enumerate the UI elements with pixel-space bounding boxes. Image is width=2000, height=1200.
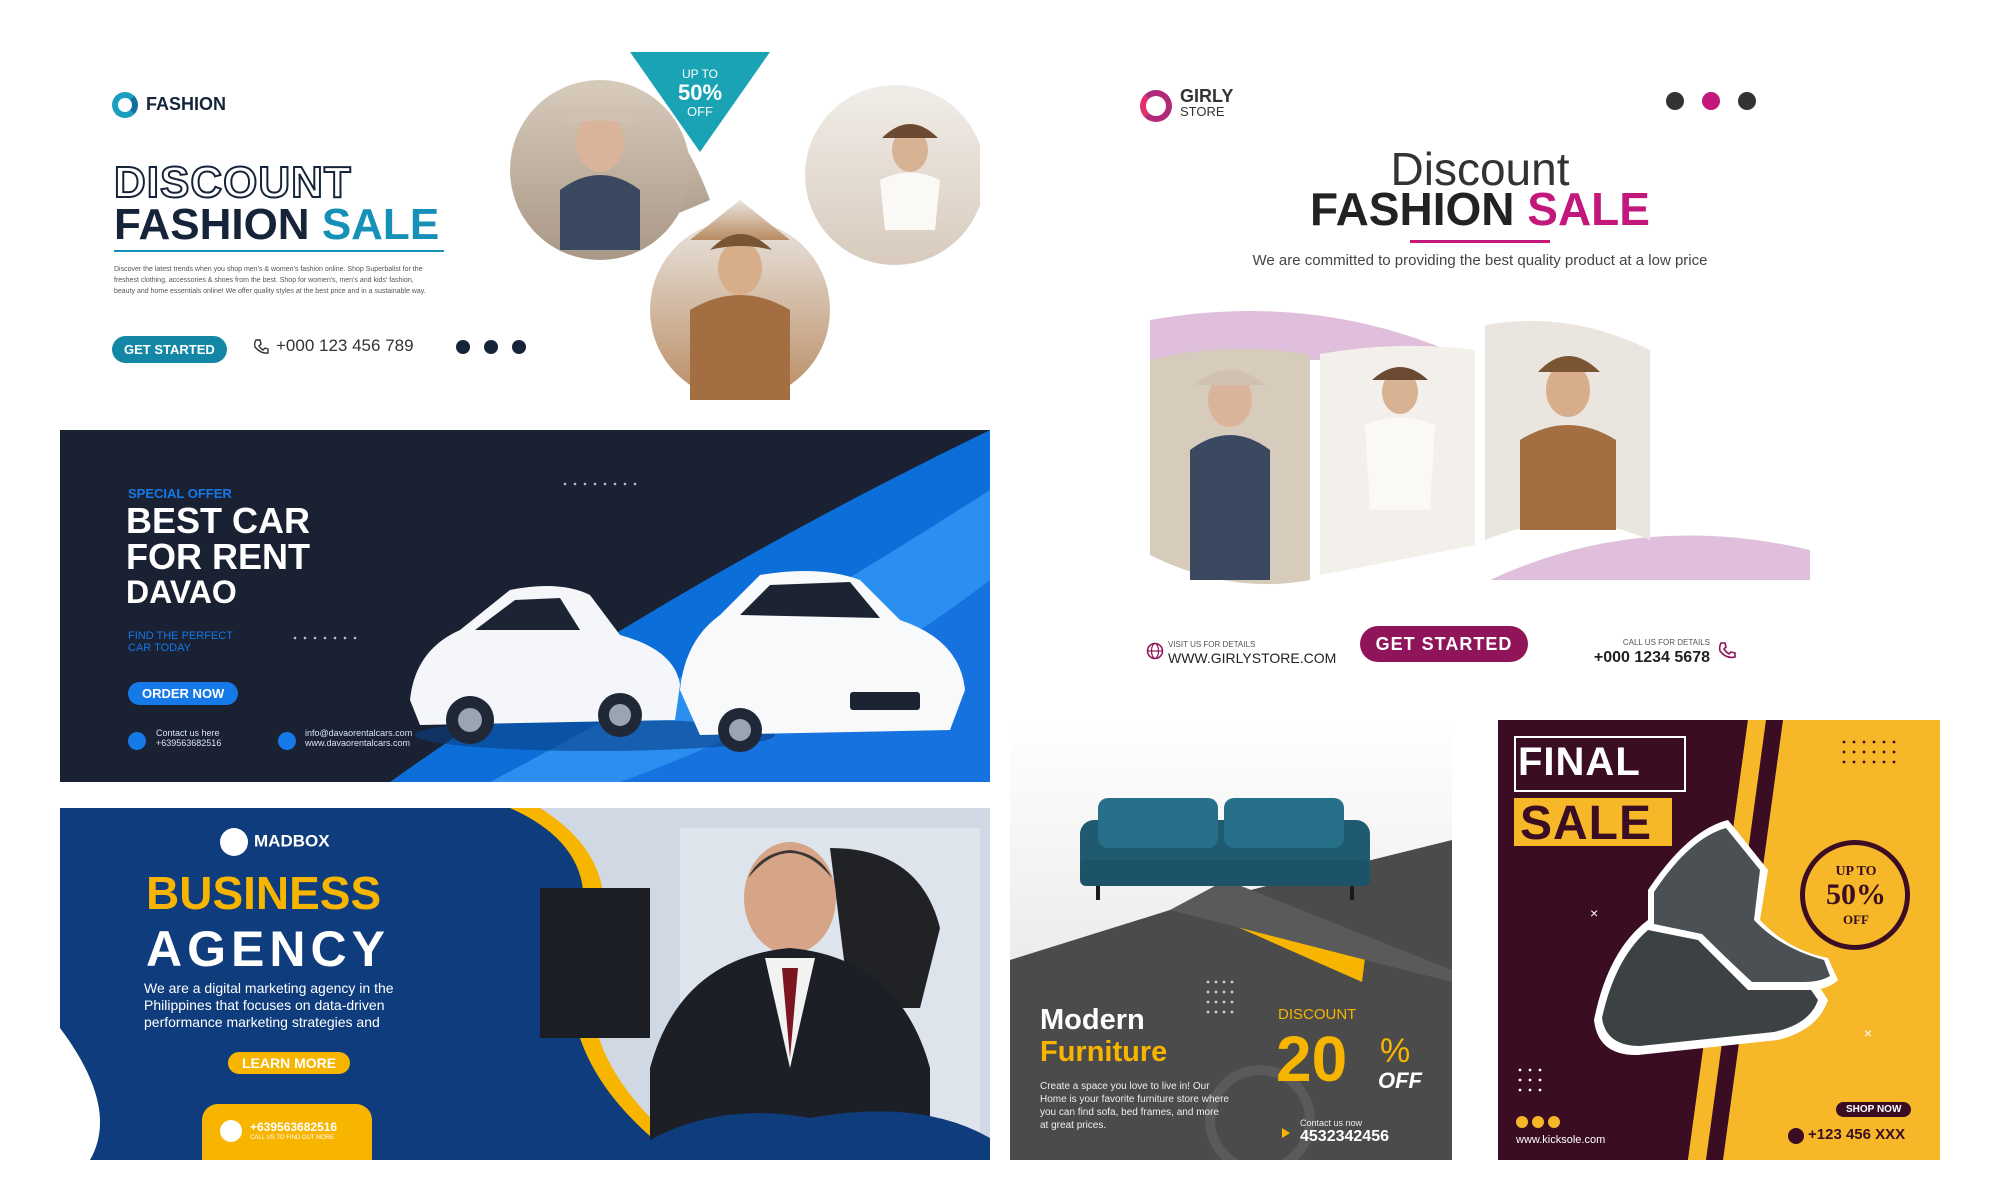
fashion-get-started-button[interactable]: GET STARTED: [112, 336, 227, 363]
girly-headline: FASHION SALE: [1310, 183, 1650, 235]
girly-call-label: CALL US FOR DETAILS: [1622, 638, 1710, 647]
globe-icon: [1146, 642, 1164, 660]
girly-store-banner: GIRLY STORE Discount FASHION SALE We are …: [1130, 40, 1830, 680]
facebook-icon[interactable]: [456, 340, 470, 354]
svg-text:OFF: OFF: [687, 104, 713, 119]
final-sale-line2: SALE: [1520, 797, 1653, 850]
arrow-icon: [1282, 1128, 1290, 1138]
girly-visit-label: VISIT US FOR DETAILS: [1168, 640, 1256, 649]
car-contact: Contact us here +639563682516: [156, 728, 222, 748]
car-special-offer: SPECIAL OFFER: [128, 486, 232, 501]
fashion-divider: [114, 250, 444, 252]
agency-headline-1: BUSINESS: [146, 867, 382, 919]
final-sale-off: OFF: [1843, 912, 1869, 927]
phone-icon: [253, 339, 269, 354]
car-web-contact: info@davaorentalcars.com www.davaorentalc…: [305, 728, 413, 748]
shop-now-button[interactable]: SHOP NOW: [1836, 1102, 1912, 1117]
car-headline-3: DAVAO: [126, 574, 237, 610]
svg-text:UP TO: UP TO: [682, 67, 718, 81]
car-rental-banner: SPECIAL OFFER BEST CAR FOR RENT DAVAO FI…: [60, 430, 990, 782]
furniture-discount-value: 20: [1276, 1023, 1348, 1095]
phone-icon: [128, 732, 146, 750]
girly-website-link[interactable]: WWW.GIRLYSTORE.COM: [1168, 650, 1336, 666]
madbox-logo-icon: [220, 828, 248, 856]
phone-icon: [1788, 1128, 1804, 1144]
business-agency-banner: MADBOX BUSINESS AGENCY We are a digital …: [60, 808, 990, 1160]
madbox-brand: MADBOX: [220, 828, 330, 856]
furniture-banner: Modern Furniture Create a space you love…: [1010, 720, 1452, 1160]
fashion-phone: +000 123 456 789: [276, 336, 414, 355]
final-sale-banner: × × FINAL SALE UP TO 50% OFF SHOP NOW +1…: [1498, 720, 1940, 1160]
furniture-discount-off: OFF: [1378, 1068, 1422, 1093]
final-sale-phone: +123 456 XXX: [1808, 1126, 1906, 1143]
fashion-logo-icon: [112, 92, 138, 118]
car-tagline: FIND THE PERFECT CAR TODAY: [128, 630, 233, 654]
car-headline-2: FOR RENT: [126, 536, 310, 577]
fashion-promo-badge: UP TO 50% OFF: [630, 52, 770, 152]
phone-icon: [1718, 642, 1736, 659]
agency-headline-2: AGENCY: [146, 921, 390, 977]
agency-learn-more-button[interactable]: LEARN MORE: [228, 1052, 351, 1074]
fashion-headline: FASHION SALE: [114, 200, 440, 249]
fashion-banner: FASHION DISCOUNT FASHION SALE Discover t…: [100, 40, 980, 400]
final-sale-percent: 50%: [1826, 878, 1886, 911]
furniture-discount-percent: %: [1380, 1032, 1411, 1070]
girly-logo-icon: [1140, 90, 1172, 122]
svg-text:×: ×: [1864, 1025, 1872, 1041]
twitter-icon[interactable]: [1702, 92, 1720, 110]
globe-icon: [278, 732, 296, 750]
twitter-icon[interactable]: [1532, 1116, 1544, 1128]
phone-icon: [220, 1120, 242, 1142]
facebook-icon[interactable]: [1516, 1116, 1528, 1128]
girly-subtitle: We are committed to providing the best q…: [1252, 252, 1708, 269]
final-sale-line1: FINAL: [1518, 740, 1641, 784]
furniture-headline-1: Modern: [1040, 1004, 1145, 1036]
girly-brand: GIRLY STORE: [1180, 86, 1234, 119]
girly-divider: [1410, 240, 1550, 243]
furniture-contact-phone: 4532342456: [1300, 1128, 1389, 1145]
pinterest-icon[interactable]: [1738, 92, 1756, 110]
fashion-description: Discover the latest trends when you shop…: [114, 266, 426, 295]
agency-description: We are a digital marketing agency in the…: [144, 980, 394, 1030]
girly-phone: +000 1234 5678: [1593, 649, 1710, 666]
car-order-now-button[interactable]: ORDER NOW: [128, 682, 239, 705]
facebook-icon[interactable]: [1666, 92, 1684, 110]
furniture-contact-label: Contact us now: [1300, 1118, 1363, 1128]
svg-text:50%: 50%: [678, 80, 722, 105]
agency-phone-sub: CALL US TO FIND OUT MORE: [250, 1135, 335, 1141]
instagram-icon[interactable]: [1548, 1116, 1560, 1128]
final-sale-website[interactable]: www.kicksole.com: [1516, 1134, 1605, 1146]
agency-phone: +639563682516: [250, 1120, 338, 1134]
svg-text:×: ×: [1590, 905, 1598, 921]
furniture-headline-2: Furniture: [1040, 1036, 1168, 1068]
fashion-brand: FASHION: [112, 92, 226, 118]
furniture-description: Create a space you love to live in! Our …: [1040, 1081, 1229, 1131]
furniture-discount-label: DISCOUNT: [1278, 1006, 1357, 1023]
girly-get-started-button[interactable]: GET STARTED: [1360, 626, 1528, 662]
girly-photo-strip: [1150, 311, 1810, 585]
